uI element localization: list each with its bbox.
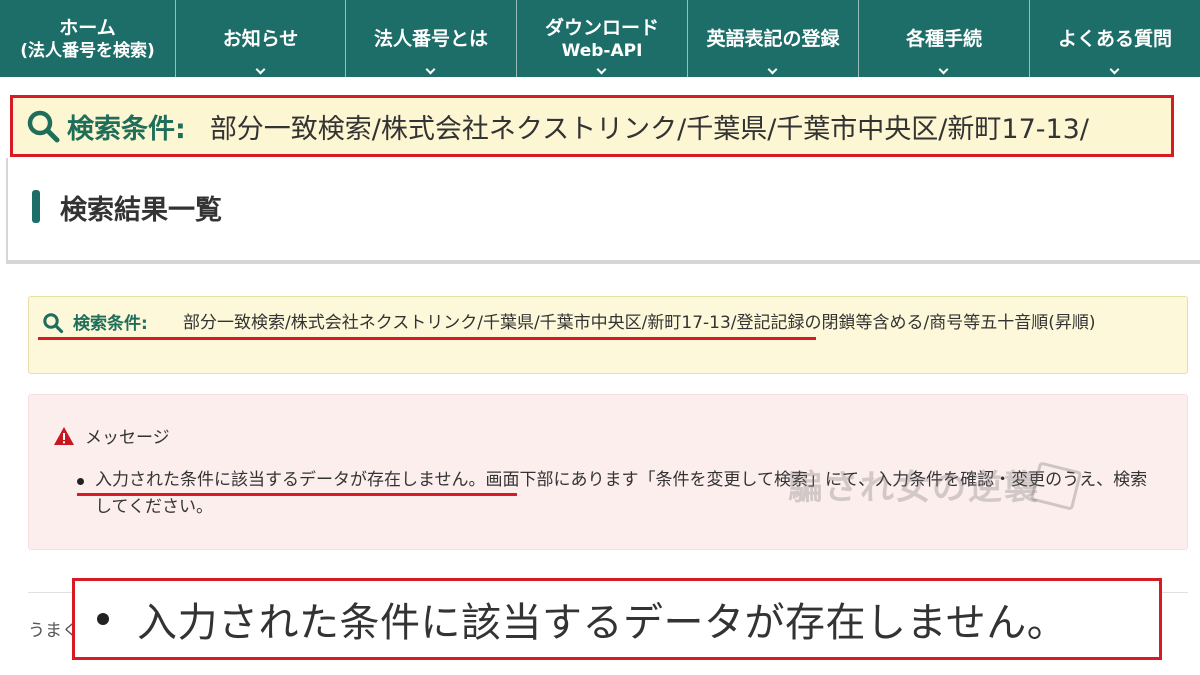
search-icon: [43, 313, 64, 334]
nav-item-sublabel: Web-API: [561, 40, 643, 61]
nav-item-home[interactable]: ホーム (法人番号を検索): [0, 0, 175, 77]
nav-item-label: お知らせ: [222, 27, 299, 50]
chevron-down-icon: [767, 64, 778, 75]
global-nav: ホーム (法人番号を検索) お知らせ 法人番号とは ダウンロード Web-API…: [0, 0, 1200, 77]
chevron-down-icon: [255, 64, 265, 75]
highlight-underline: [77, 493, 517, 496]
search-condition-value: 部分一致検索/株式会社ネクストリンク/千葉県/千葉市中央区/新町17-13/登記…: [183, 313, 1096, 333]
nav-item-news[interactable]: お知らせ: [175, 0, 345, 77]
nav-item-faq[interactable]: よくある質問: [1029, 0, 1200, 77]
bullet-icon: [97, 613, 109, 625]
zoomed-message: 入力された条件に該当するデータが存在しません。: [72, 578, 1162, 660]
page-title-card: 検索結果一覧: [6, 158, 1200, 264]
zoomed-condition-label: 検索条件:: [67, 113, 186, 145]
zoomed-message-text: 入力された条件に該当するデータが存在しません。: [137, 600, 1068, 646]
zoomed-condition-value: 部分一致検索/株式会社ネクストリンク/千葉県/千葉市中央区/新町17-13/: [209, 113, 1089, 145]
nav-item-sublabel: (法人番号を検索): [20, 40, 155, 61]
highlight-underline: [38, 337, 816, 340]
warning-icon: [54, 427, 74, 445]
nav-item-procedures[interactable]: 各種手続: [858, 0, 1029, 77]
title-accent-bar: [32, 190, 40, 223]
nav-item-english-registration[interactable]: 英語表記の登録: [687, 0, 858, 77]
nav-item-label: 各種手続: [905, 27, 982, 50]
nav-item-label: ダウンロード: [544, 16, 659, 39]
page-title: 検索結果一覧: [60, 195, 222, 226]
nav-item-download[interactable]: ダウンロード Web-API: [516, 0, 687, 77]
search-condition-box: 検索条件: 部分一致検索/株式会社ネクストリンク/千葉県/千葉市中央区/新町17…: [28, 296, 1188, 374]
nav-item-label: 法人番号とは: [373, 27, 488, 50]
watermark-text: 騙され女の逆襲: [788, 468, 1040, 508]
bullet-icon: [77, 478, 84, 485]
nav-item-label: よくある質問: [1057, 27, 1172, 50]
search-icon: [27, 110, 60, 143]
chevron-down-icon: [938, 64, 949, 75]
watermark: 騙され女の逆襲: [788, 460, 1088, 520]
nav-item-label: 英語表記の登録: [706, 27, 840, 50]
zoomed-search-condition: 検索条件: 部分一致検索/株式会社ネクストリンク/千葉県/千葉市中央区/新町17…: [10, 95, 1174, 157]
chevron-down-icon: [1109, 64, 1120, 75]
chevron-down-icon: [425, 64, 436, 75]
chevron-down-icon: [596, 64, 607, 75]
nav-item-about-corporate-number[interactable]: 法人番号とは: [345, 0, 516, 77]
search-condition-label: 検索条件:: [73, 314, 148, 334]
message-heading: メッセージ: [85, 428, 170, 448]
nav-item-label: ホーム: [59, 16, 116, 39]
